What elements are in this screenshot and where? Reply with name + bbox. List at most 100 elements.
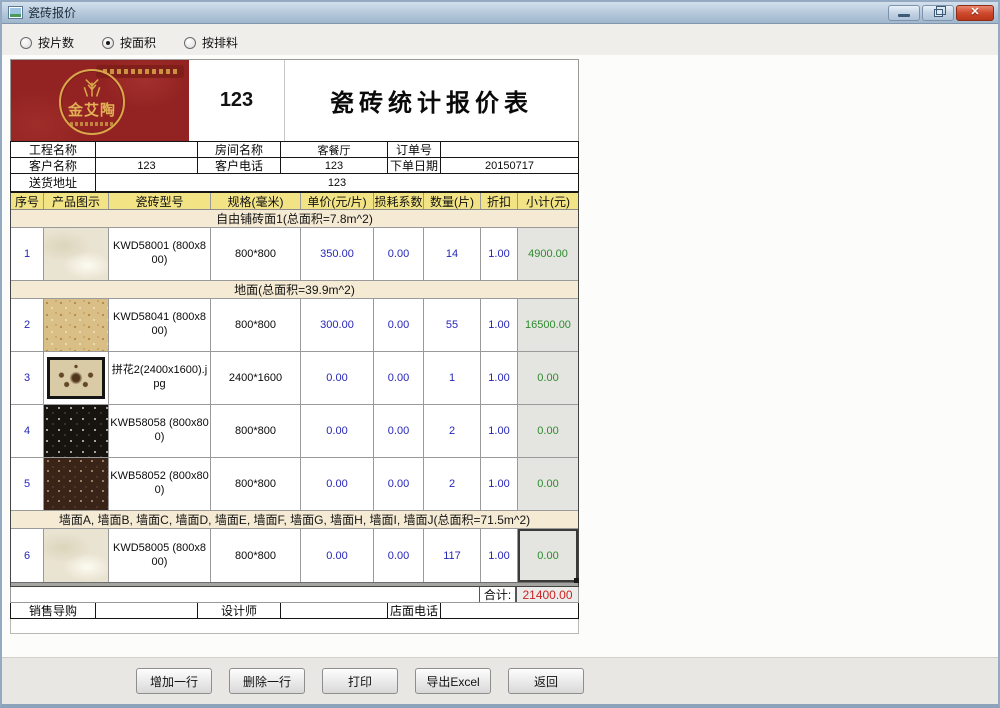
mode-label: 按片数 xyxy=(38,34,74,51)
order-info-grid: 工程名称 房间名称 客餐厅 订单号 客户名称 123 客户电话 123 下单日期… xyxy=(10,141,579,192)
item-discount-cell[interactable]: 1.00 xyxy=(481,529,518,582)
order-no-label: 订单号 xyxy=(388,142,441,157)
delete-row-button[interactable]: 删除一行 xyxy=(229,668,305,694)
section-row: 墙面A, 墙面B, 墙面C, 墙面D, 墙面E, 墙面F, 墙面G, 墙面H, … xyxy=(11,511,578,529)
item-spec-cell[interactable]: 800*800 xyxy=(211,529,301,582)
customer-phone-label: 客户电话 xyxy=(198,158,281,173)
room-name-value[interactable]: 客餐厅 xyxy=(281,142,388,157)
delivery-address-value[interactable]: 123 xyxy=(96,174,578,191)
item-discount-cell[interactable]: 1.00 xyxy=(481,405,518,457)
item-index-cell[interactable]: 4 xyxy=(11,405,44,457)
item-qty-cell[interactable]: 14 xyxy=(424,228,481,280)
report-title: 瓷砖统计报价表 xyxy=(285,60,578,141)
item-subtotal-cell[interactable]: 0.00 xyxy=(518,405,578,457)
item-index-cell[interactable]: 1 xyxy=(11,228,44,280)
customer-phone-value[interactable]: 123 xyxy=(281,158,388,173)
item-discount-cell[interactable]: 1.00 xyxy=(481,299,518,351)
close-icon: ✕ xyxy=(970,7,979,18)
item-price-cell[interactable]: 0.00 xyxy=(301,458,374,510)
item-model-cell[interactable]: 拼花2(2400x1600).jpg xyxy=(109,352,211,404)
item-discount-cell[interactable]: 1.00 xyxy=(481,352,518,404)
store-phone-value[interactable] xyxy=(441,603,578,618)
sales-guide-value[interactable] xyxy=(96,603,198,618)
back-button[interactable]: 返回 xyxy=(508,668,584,694)
app-icon xyxy=(8,6,23,19)
radio-icon xyxy=(102,37,114,49)
item-image-cell[interactable] xyxy=(44,228,109,280)
item-qty-cell[interactable]: 2 xyxy=(424,405,481,457)
item-image-cell[interactable] xyxy=(44,529,109,582)
project-name-value[interactable] xyxy=(96,142,198,157)
item-index-cell[interactable]: 6 xyxy=(11,529,44,582)
customer-name-value[interactable]: 123 xyxy=(96,158,198,173)
col-loss-factor: 损耗系数 xyxy=(374,193,424,209)
item-price-cell[interactable]: 0.00 xyxy=(301,405,374,457)
item-qty-cell[interactable]: 55 xyxy=(424,299,481,351)
col-spec: 规格(毫米) xyxy=(211,193,301,209)
item-image-cell[interactable] xyxy=(44,405,109,457)
item-model-cell[interactable]: KWD58005 (800x800) xyxy=(109,529,211,582)
item-subtotal-cell[interactable]: 16500.00 xyxy=(518,299,578,351)
item-discount-cell[interactable]: 1.00 xyxy=(481,228,518,280)
restore-button[interactable] xyxy=(922,5,954,21)
cream-marble-tile xyxy=(44,228,108,280)
item-price-cell[interactable]: 350.00 xyxy=(301,228,374,280)
item-spec-cell[interactable]: 800*800 xyxy=(211,228,301,280)
item-qty-cell[interactable]: 1 xyxy=(424,352,481,404)
item-loss-cell[interactable]: 0.00 xyxy=(374,352,424,404)
item-model-cell[interactable]: KWD58001 (800x800) xyxy=(109,228,211,280)
item-qty-cell[interactable]: 2 xyxy=(424,458,481,510)
item-loss-cell[interactable]: 0.00 xyxy=(374,299,424,351)
item-index-cell[interactable]: 2 xyxy=(11,299,44,351)
item-price-cell[interactable]: 0.00 xyxy=(301,529,374,582)
item-loss-cell[interactable]: 0.00 xyxy=(374,529,424,582)
export-excel-button[interactable]: 导出Excel xyxy=(415,668,491,694)
item-spec-cell[interactable]: 2400*1600 xyxy=(211,352,301,404)
item-subtotal-cell[interactable]: 0.00 xyxy=(518,458,578,510)
item-model-cell[interactable]: KWB58058 (800x800) xyxy=(109,405,211,457)
item-loss-cell[interactable]: 0.00 xyxy=(374,458,424,510)
item-index-cell[interactable]: 3 xyxy=(11,352,44,404)
section-label: 地面(总面积=39.9m^2) xyxy=(234,281,355,298)
item-image-cell[interactable] xyxy=(44,352,109,404)
order-date-value[interactable]: 20150717 xyxy=(441,158,578,173)
col-subtotal: 小计(元) xyxy=(518,193,578,209)
item-subtotal-cell[interactable]: 4900.00 xyxy=(518,228,578,280)
item-price-cell[interactable]: 0.00 xyxy=(301,352,374,404)
designer-value[interactable] xyxy=(281,603,388,618)
item-model-cell[interactable]: KWD58041 (800x800) xyxy=(109,299,211,351)
radio-icon xyxy=(20,37,32,49)
item-spec-cell[interactable]: 800*800 xyxy=(211,299,301,351)
delivery-address-label: 送货地址 xyxy=(11,174,96,191)
section-label: 墙面A, 墙面B, 墙面C, 墙面D, 墙面E, 墙面F, 墙面G, 墙面H, … xyxy=(59,511,530,528)
item-discount-cell[interactable]: 1.00 xyxy=(481,458,518,510)
report-panel: 金艾陶 123 瓷砖统计报价表 工程名称 房间名称 客餐厅 订单号 xyxy=(2,55,998,659)
print-button[interactable]: 打印 xyxy=(322,668,398,694)
item-subtotal-cell[interactable]: 0.00 xyxy=(518,352,578,404)
close-button[interactable]: ✕ xyxy=(956,5,994,21)
item-qty-cell[interactable]: 117 xyxy=(424,529,481,582)
item-image-cell[interactable] xyxy=(44,458,109,510)
info-row-2: 客户名称 123 客户电话 123 下单日期 20150717 xyxy=(11,158,578,174)
order-no-value[interactable] xyxy=(441,142,578,157)
item-spec-cell[interactable]: 800*800 xyxy=(211,458,301,510)
item-spec-cell[interactable]: 800*800 xyxy=(211,405,301,457)
item-loss-cell[interactable]: 0.00 xyxy=(374,405,424,457)
item-price-cell[interactable]: 300.00 xyxy=(301,299,374,351)
item-row: 3 拼花2(2400x1600).jpg 2400*1600 0.00 0.00… xyxy=(11,352,578,405)
item-image-cell[interactable] xyxy=(44,299,109,351)
add-row-button[interactable]: 增加一行 xyxy=(136,668,212,694)
col-index: 序号 xyxy=(11,193,44,209)
mode-radio-by-pieces[interactable]: 按片数 xyxy=(20,34,74,51)
mode-radio-by-area[interactable]: 按面积 xyxy=(102,34,156,51)
info-row-address: 送货地址 123 xyxy=(11,174,578,191)
item-loss-cell[interactable]: 0.00 xyxy=(374,228,424,280)
mode-radio-by-layout[interactable]: 按排料 xyxy=(184,34,238,51)
minimize-button[interactable] xyxy=(888,5,920,21)
item-row: 6 KWD58005 (800x800) 800*800 0.00 0.00 1… xyxy=(11,529,578,582)
item-subtotal-cell[interactable]: 0.00 xyxy=(518,529,578,582)
item-model-cell[interactable]: KWB58052 (800x800) xyxy=(109,458,211,510)
medallion-pattern-image xyxy=(47,357,105,399)
item-index-cell[interactable]: 5 xyxy=(11,458,44,510)
brand-logo: 金艾陶 xyxy=(11,60,189,141)
